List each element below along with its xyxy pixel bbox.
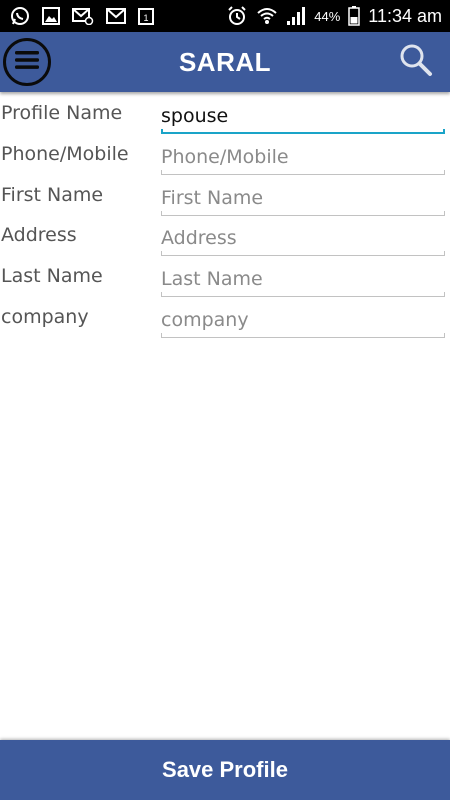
app-bar: SARAL: [0, 32, 450, 92]
phone-underline: [161, 169, 445, 175]
notification-icons: 1: [10, 6, 154, 26]
calendar-day: 1: [143, 13, 148, 23]
address-input[interactable]: [161, 224, 445, 253]
form-row-address: Address: [0, 218, 450, 259]
screen: 1 44% 11:34 am SARAL Profile Name spouse…: [0, 0, 450, 800]
form-row-company: company: [0, 300, 450, 341]
form-row-last-name: Last Name: [0, 259, 450, 300]
address-label: Address: [1, 224, 77, 247]
email-icon: [72, 7, 94, 25]
whatsapp-icon: [10, 6, 30, 26]
battery-icon: [348, 6, 361, 26]
gallery-icon: [42, 7, 60, 25]
alarm-icon: [226, 5, 248, 27]
form-row-profile-name: Profile Name: [0, 96, 450, 137]
company-underline: [161, 332, 445, 338]
form-row-phone: Phone/Mobile: [0, 137, 450, 178]
search-icon: [399, 43, 433, 81]
menu-button[interactable]: [3, 38, 51, 86]
first-name-input[interactable]: [161, 183, 445, 212]
phone-input[interactable]: [161, 142, 445, 171]
status-bar: 1 44% 11:34 am: [0, 0, 450, 32]
profile-name-underline: [161, 129, 445, 134]
first-name-label: First Name: [1, 183, 104, 206]
system-icons: 44% 11:34 am: [226, 5, 442, 27]
last-name-underline: [161, 292, 445, 298]
company-input[interactable]: [161, 305, 445, 334]
save-profile-button[interactable]: Save Profile: [0, 740, 450, 800]
form-row-first-name: First Name: [0, 178, 450, 219]
calendar-icon: 1: [138, 7, 154, 25]
battery-percent: 44%: [314, 8, 341, 24]
company-label: company: [1, 305, 89, 328]
profile-name-label: Profile Name: [1, 102, 123, 124]
profile-form: Profile Name Phone/Mobile First Name Add…: [0, 96, 450, 341]
app-title: SARAL: [178, 46, 272, 77]
mail-icon: [106, 8, 126, 24]
last-name-input[interactable]: [161, 265, 445, 294]
search-button[interactable]: [398, 44, 434, 80]
last-name-label: Last Name: [1, 265, 103, 288]
first-name-underline: [161, 210, 445, 216]
profile-name-input[interactable]: [161, 102, 445, 130]
clock: 11:34 am: [368, 5, 442, 26]
wifi-icon: [256, 6, 278, 26]
address-underline: [161, 251, 445, 257]
signal-icon: [286, 6, 306, 26]
menu-icon: [14, 49, 40, 75]
phone-label: Phone/Mobile: [1, 142, 129, 165]
